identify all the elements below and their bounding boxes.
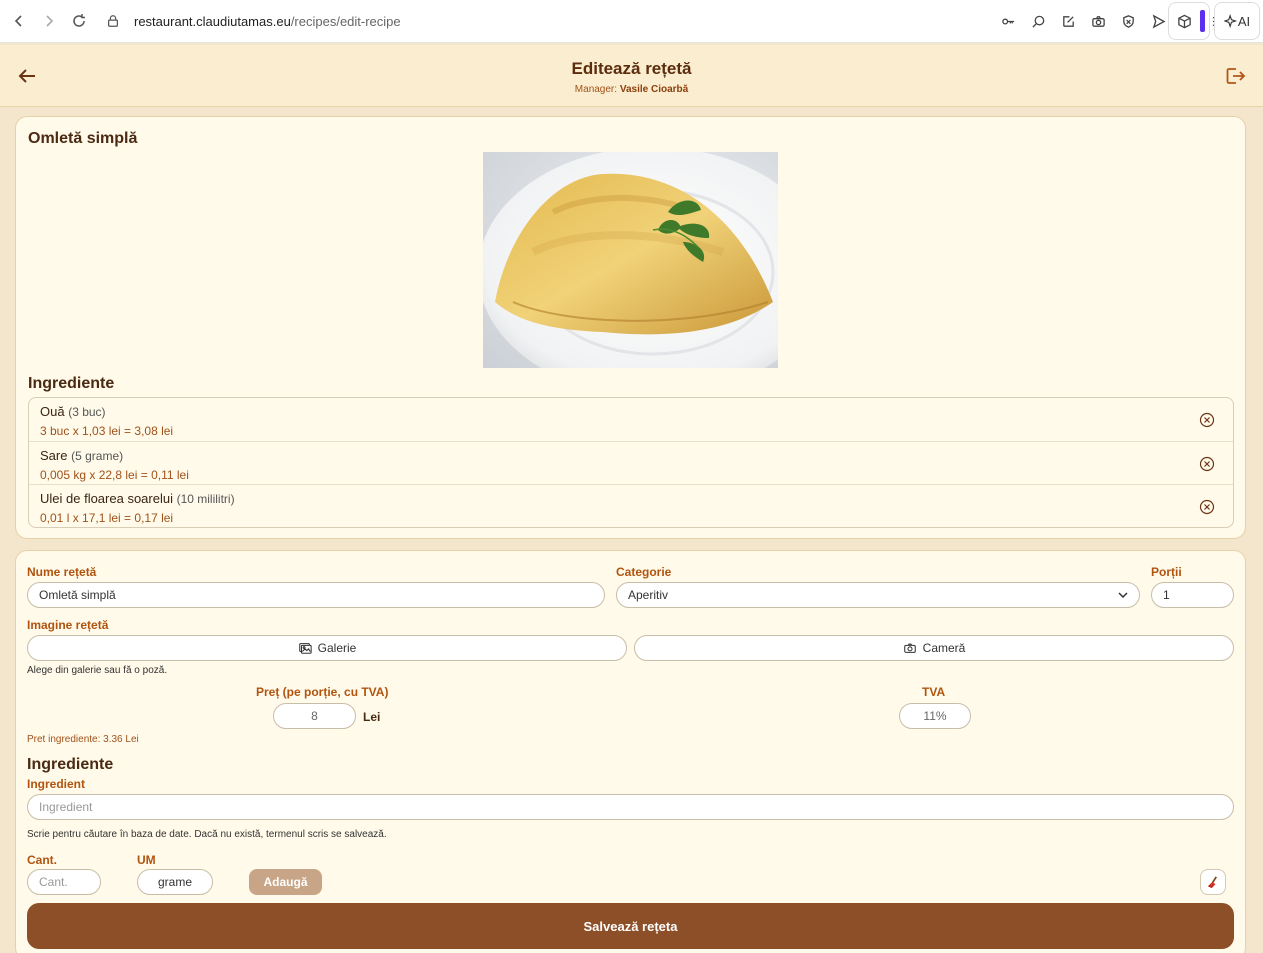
manager-label: Manager:	[574, 84, 618, 95]
cube-icon	[1178, 14, 1191, 28]
camera-screenshot-icon[interactable]	[1086, 9, 1110, 33]
ingredient-cost: 3 buc x 1,03 lei = 3,08 lei	[40, 424, 174, 438]
recipe-form-card: Nume rețetă Omletă simplă Categorie Aper…	[15, 550, 1246, 953]
ingredient-name: Ulei de floarea soarelui (10 mililitri)	[40, 491, 1222, 506]
app-header: Editează rețetă Manager: Vasile Cioarbă	[0, 45, 1263, 107]
ingredient-row: Ulei de floarea soarelui (10 mililitri) …	[29, 485, 1233, 527]
reload-icon[interactable]	[64, 6, 94, 36]
recipe-image	[483, 152, 778, 368]
ingredient-qty: (5 grame)	[71, 448, 124, 463]
ingredients-price: Pret ingrediente: 3.36 Lei	[27, 734, 139, 745]
browser-toolbar: restaurant.claudiutamas.eu/recipes/edit-…	[0, 0, 1263, 43]
add-ingredient-button[interactable]: Adaugă	[249, 869, 322, 895]
ingredient-cost: 0,01 l x 17,1 lei = 0,17 lei	[40, 511, 174, 526]
back-nav-icon[interactable]	[4, 6, 34, 36]
ai-button[interactable]: AI	[1214, 2, 1260, 40]
ingredient-row: Ouă (3 buc) 3 buc x 1,03 lei = 3,08 lei	[29, 398, 1233, 442]
address-bar[interactable]: restaurant.claudiutamas.eu/recipes/edit-…	[106, 6, 896, 36]
camera-button-label: Cameră	[922, 641, 966, 655]
ingredient-name: Sare (5 grame)	[40, 448, 1222, 463]
price-unit-label: Lei	[363, 710, 381, 724]
ingredient-name: Ouă (3 buc)	[40, 404, 1222, 419]
unit-select[interactable]: grame	[137, 869, 213, 895]
ingredients-section-title: Ingrediente	[27, 756, 114, 773]
remove-ingredient-icon[interactable]	[1199, 412, 1215, 428]
ingredient-name-text: Sare	[40, 447, 68, 463]
vat-label: TVA	[922, 685, 946, 699]
shield-icon[interactable]	[1116, 9, 1140, 33]
portions-input[interactable]: 1	[1151, 582, 1234, 608]
gallery-button-label: Galerie	[317, 641, 357, 655]
ingredient-row: Sare (5 grame) 0,005 kg x 22,8 lei = 0,1…	[29, 442, 1233, 486]
save-recipe-button[interactable]: Salvează rețeta	[27, 903, 1234, 949]
preview-ingredients-title: Ingrediente	[28, 375, 115, 392]
image-label: Imagine rețetă	[27, 618, 109, 632]
forward-nav-icon[interactable]	[34, 6, 64, 36]
url-text: restaurant.claudiutamas.eu/recipes/edit-…	[134, 13, 401, 29]
zoom-icon[interactable]	[1026, 9, 1050, 33]
recipe-name-input[interactable]: Omletă simplă	[27, 582, 605, 608]
extension-indicator	[1200, 10, 1205, 32]
price-input[interactable]: 8	[273, 703, 356, 729]
logout-icon[interactable]	[1224, 65, 1246, 87]
quantity-label: Cant.	[27, 853, 57, 867]
remove-ingredient-icon[interactable]	[1199, 499, 1215, 515]
ingredient-list: Ouă (3 buc) 3 buc x 1,03 lei = 3,08 lei …	[28, 397, 1234, 528]
clear-button[interactable]	[1200, 869, 1226, 895]
broom-icon	[1207, 875, 1217, 888]
quantity-input[interactable]: Cant.	[27, 869, 101, 895]
recipe-preview-card: Omletă simplă Ingrediente Ouă (3 buc) 3 …	[15, 116, 1246, 539]
remove-ingredient-icon[interactable]	[1199, 456, 1215, 472]
recipe-name-label: Nume rețetă	[27, 565, 97, 579]
gallery-icon	[298, 643, 312, 654]
category-value: Aperitiv	[628, 588, 669, 602]
camera-button[interactable]: Cameră	[634, 635, 1234, 661]
category-label: Categorie	[616, 565, 672, 579]
manager-name: Vasile Cioarbă	[619, 84, 689, 95]
vat-select[interactable]: 11%	[899, 703, 971, 729]
extensions-button[interactable]	[1168, 2, 1210, 40]
ingredient-label: Ingredient	[27, 777, 86, 791]
edit-icon[interactable]	[1056, 9, 1080, 33]
ingredient-qty: (10 mililitri)	[176, 492, 235, 507]
chevron-down-icon	[1118, 592, 1128, 599]
manager-info: Manager: Vasile Cioarbă	[0, 84, 1263, 95]
unit-label: UM	[137, 853, 156, 867]
ingredient-qty: (3 buc)	[68, 405, 106, 419]
recipe-preview-name: Omletă simplă	[28, 130, 138, 147]
key-icon[interactable]	[996, 9, 1020, 33]
category-select[interactable]: Aperitiv	[616, 582, 1140, 608]
site-info-icon[interactable]	[106, 14, 120, 28]
page-title: Editează rețetă	[571, 59, 692, 78]
send-icon[interactable]	[1146, 9, 1170, 33]
ingredient-name-text: Ouă	[40, 404, 65, 419]
ingredient-name-text: Ulei de floarea soarelui	[40, 491, 173, 507]
ai-label: AI	[1237, 13, 1251, 29]
gallery-button[interactable]: Galerie	[27, 635, 627, 661]
ingredient-search-input[interactable]: Ingredient	[27, 794, 1234, 820]
image-help-text: Alege din galerie sau fă o poză.	[27, 665, 168, 676]
ingredient-help-text: Scrie pentru căutare în baza de date. Da…	[27, 829, 387, 840]
camera-icon	[903, 643, 916, 653]
portions-label: Porții	[1151, 565, 1182, 579]
price-label: Preț (pe porție, cu TVA)	[256, 685, 389, 699]
ingredient-cost: 0,005 kg x 22,8 lei = 0,11 lei	[40, 467, 189, 482]
sparkle-icon	[1223, 14, 1238, 28]
